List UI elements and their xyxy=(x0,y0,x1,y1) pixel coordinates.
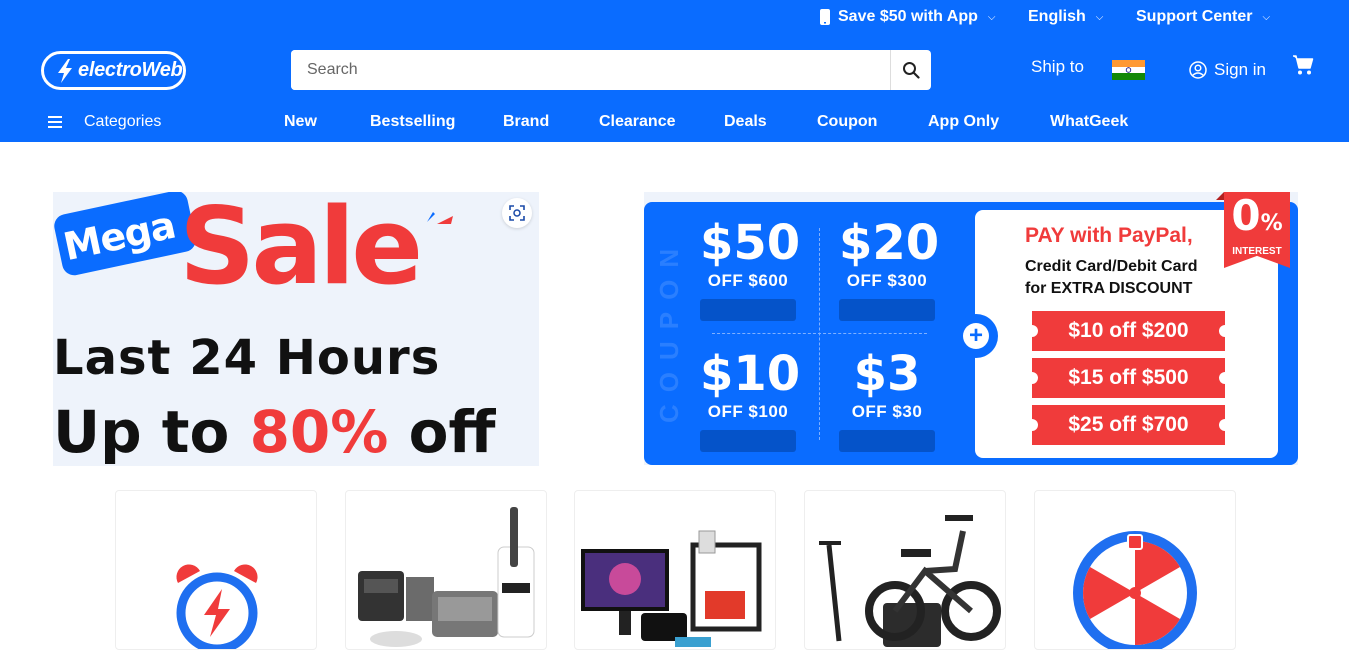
paypal-line-2: for EXTRA DISCOUNT xyxy=(1025,280,1193,297)
ribbon-number: 0 xyxy=(1231,191,1261,240)
coupon-condition: OFF $30 xyxy=(851,402,923,421)
coupon-claim-bar[interactable] xyxy=(700,299,796,321)
app-promo-link[interactable]: Save $50 with App ⌵ xyxy=(819,8,996,26)
coupon-amount: $20 xyxy=(839,215,940,271)
search-input[interactable] xyxy=(291,50,890,90)
nav-clearance[interactable]: Clearance xyxy=(599,113,676,131)
coupon-claim-bar[interactable] xyxy=(839,299,935,321)
nav-new[interactable]: New xyxy=(284,113,317,131)
home-appliances-tile[interactable] xyxy=(345,490,547,650)
accent-marks-icon xyxy=(427,212,453,224)
search-button[interactable] xyxy=(890,50,931,90)
nav-app-only[interactable]: App Only xyxy=(928,113,999,131)
ribbon-value: 0% xyxy=(1224,194,1290,246)
e-mobility-tile[interactable] xyxy=(804,490,1006,650)
scan-icon xyxy=(509,205,525,221)
scooter-ebike-image xyxy=(819,515,1001,647)
categories-menu[interactable]: Categories xyxy=(84,113,161,131)
coupon-card[interactable]: $50 OFF $600 xyxy=(700,215,801,321)
plus-connector: + xyxy=(954,314,998,358)
site-logo[interactable]: electroWeb xyxy=(41,51,186,90)
coupon-amount: $3 xyxy=(853,346,921,402)
logo-text: electroWeb xyxy=(78,59,183,81)
search-bar xyxy=(291,50,931,90)
alarm-clock-lightning-icon xyxy=(176,564,258,649)
discount-suffix: off xyxy=(388,398,496,466)
coupon-condition: OFF $100 xyxy=(707,402,789,421)
phone-icon xyxy=(820,9,830,25)
paypal-subtitle: Credit Card/Debit Card for EXTRA DISCOUN… xyxy=(1025,256,1197,300)
sign-in-label: Sign in xyxy=(1214,60,1266,79)
hamburger-menu-icon[interactable] xyxy=(48,115,64,129)
site-header: Save $50 with App ⌵ English ⌵ Support Ce… xyxy=(0,0,1349,142)
support-label: Support Center xyxy=(1136,8,1253,25)
nav-bestselling[interactable]: Bestselling xyxy=(370,113,455,131)
appliances-image xyxy=(358,507,535,647)
coupon-side-label: COUPON xyxy=(654,236,684,424)
chevron-down-icon: ⌵ xyxy=(987,11,996,23)
flash-deals-tile[interactable] xyxy=(115,490,317,650)
chevron-down-icon: ⌵ xyxy=(1262,11,1271,23)
lightning-bolt-icon xyxy=(58,58,72,83)
ribbon-label: INTEREST xyxy=(1232,246,1282,257)
coupon-divider-horizontal xyxy=(712,333,927,334)
discount-text: Up to 80% off xyxy=(53,398,495,466)
coupon-card[interactable]: $3 OFF $30 xyxy=(839,350,935,452)
discount-tag[interactable]: $15 off $500 xyxy=(1026,358,1231,398)
chevron-down-icon: ⌵ xyxy=(1095,11,1104,23)
nav-deals[interactable]: Deals xyxy=(724,113,767,131)
ribbon-fold xyxy=(1216,192,1224,200)
paypal-title: PAY with PayPal, xyxy=(1025,224,1193,247)
coupon-condition: OFF $600 xyxy=(707,271,789,290)
mega-sale-banner[interactable]: Mega Sale Last 24 Hours Up to 80% off xyxy=(53,192,539,466)
coupon-amount: $50 xyxy=(700,215,801,271)
coupon-card[interactable]: $20 OFF $300 xyxy=(839,215,940,321)
search-icon xyxy=(903,62,920,79)
ribbon-unit: % xyxy=(1260,211,1283,236)
cart-icon[interactable] xyxy=(1292,54,1314,76)
prize-wheel-icon xyxy=(1073,531,1197,649)
coupon-card[interactable]: $10 OFF $100 xyxy=(700,346,801,452)
sign-in-link[interactable]: Sign in xyxy=(1189,60,1266,80)
discount-prefix: Up to xyxy=(53,398,250,466)
language-label: English xyxy=(1028,8,1086,25)
discount-tag[interactable]: $25 off $700 xyxy=(1026,405,1231,445)
language-selector[interactable]: English ⌵ xyxy=(1028,8,1103,26)
paypal-line-1: Credit Card/Debit Card xyxy=(1025,258,1198,275)
app-promo-label: Save $50 with App xyxy=(838,8,978,25)
coupon-claim-bar[interactable] xyxy=(700,430,796,452)
monitor-3d-printer-image xyxy=(581,530,762,647)
discount-tag[interactable]: $10 off $200 xyxy=(1026,311,1231,351)
coupon-amount: $10 xyxy=(700,346,801,402)
support-center-menu[interactable]: Support Center ⌵ xyxy=(1136,8,1270,26)
coupon-condition: OFF $300 xyxy=(846,271,928,290)
discount-percent: 80% xyxy=(249,398,389,466)
user-icon xyxy=(1189,61,1207,79)
main-nav: Categories New Bestselling Brand Clearan… xyxy=(0,112,1349,134)
image-search-button[interactable] xyxy=(502,198,532,228)
electronics-tile[interactable] xyxy=(574,490,776,650)
last-hours-text: Last 24 Hours xyxy=(53,330,441,386)
nav-coupon[interactable]: Coupon xyxy=(817,113,877,131)
nav-brand[interactable]: Brand xyxy=(503,113,549,131)
ship-to-label: Ship to xyxy=(1031,57,1084,76)
nav-whatgeek[interactable]: WhatGeek xyxy=(1050,113,1128,131)
lucky-wheel-tile[interactable] xyxy=(1034,490,1236,650)
coupon-claim-bar[interactable] xyxy=(839,430,935,452)
coupon-divider-vertical xyxy=(819,228,820,440)
sale-headline: Sale xyxy=(179,192,423,308)
india-flag-icon[interactable] xyxy=(1112,60,1145,80)
plus-icon: + xyxy=(963,323,989,349)
